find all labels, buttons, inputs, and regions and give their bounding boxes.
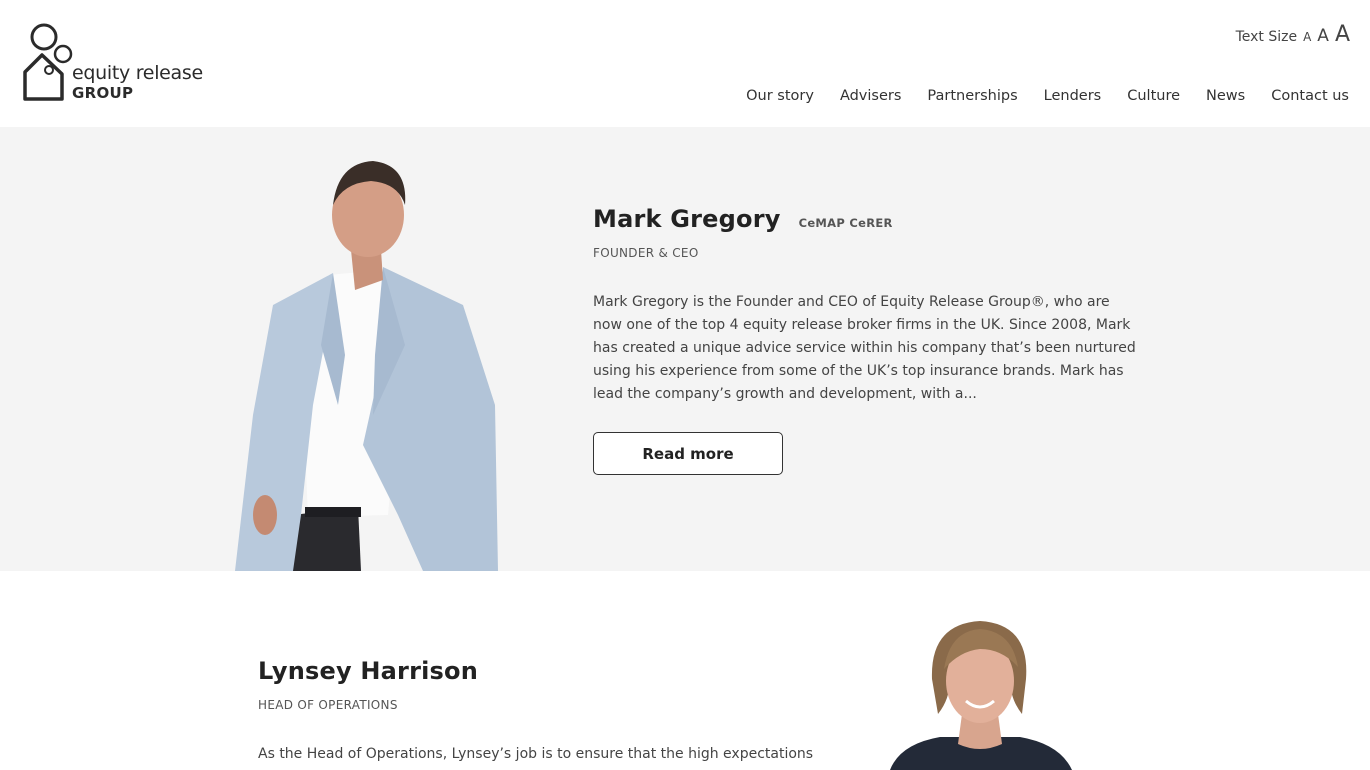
- nav-contact-us[interactable]: Contact us: [1271, 88, 1349, 104]
- team-member-mark-gregory: Mark Gregory CeMAP CeRER FOUNDER & CEO M…: [0, 127, 1370, 571]
- qualifications: CeMAP CeRER: [798, 216, 893, 230]
- team-member-lynsey-harrison: Lynsey Harrison HEAD OF OPERATIONS As th…: [0, 571, 1370, 770]
- logo-subtext: GROUP: [72, 84, 134, 102]
- lynsey-harrison-info: Lynsey Harrison HEAD OF OPERATIONS As th…: [258, 657, 818, 766]
- nav-news[interactable]: News: [1206, 88, 1245, 104]
- nav-partnerships[interactable]: Partnerships: [927, 88, 1017, 104]
- person-role: HEAD OF OPERATIONS: [258, 698, 398, 712]
- nav-culture[interactable]: Culture: [1127, 88, 1180, 104]
- text-size-large-button[interactable]: A: [1335, 22, 1350, 47]
- person-name: Lynsey Harrison: [258, 657, 478, 685]
- text-size-medium-button[interactable]: A: [1317, 26, 1329, 46]
- nav-our-story[interactable]: Our story: [746, 88, 814, 104]
- person-name: Mark Gregory: [593, 205, 781, 233]
- person-role: FOUNDER & CEO: [593, 246, 699, 260]
- site-header: equity release GROUP Text Size A A A Our…: [0, 0, 1370, 127]
- person-bio: Mark Gregory is the Founder and CEO of E…: [593, 294, 1136, 402]
- mark-gregory-info: Mark Gregory CeMAP CeRER FOUNDER & CEO M…: [593, 205, 1153, 475]
- nav-advisers[interactable]: Advisers: [840, 88, 901, 104]
- mark-gregory-photo: [235, 161, 498, 571]
- person-bio: As the Head of Operations, Lynsey’s job …: [258, 746, 814, 762]
- nav-lenders[interactable]: Lenders: [1044, 88, 1102, 104]
- logo[interactable]: equity release GROUP: [22, 22, 203, 104]
- logo-text: equity release: [72, 62, 203, 84]
- main-nav: Our story Advisers Partnerships Lenders …: [746, 88, 1349, 104]
- text-size-control: Text Size A A A: [1236, 22, 1350, 47]
- text-size-label: Text Size: [1235, 29, 1298, 45]
- text-size-small-button[interactable]: A: [1303, 30, 1311, 44]
- lynsey-harrison-photo: [890, 621, 1072, 770]
- read-more-button[interactable]: Read more: [593, 432, 783, 475]
